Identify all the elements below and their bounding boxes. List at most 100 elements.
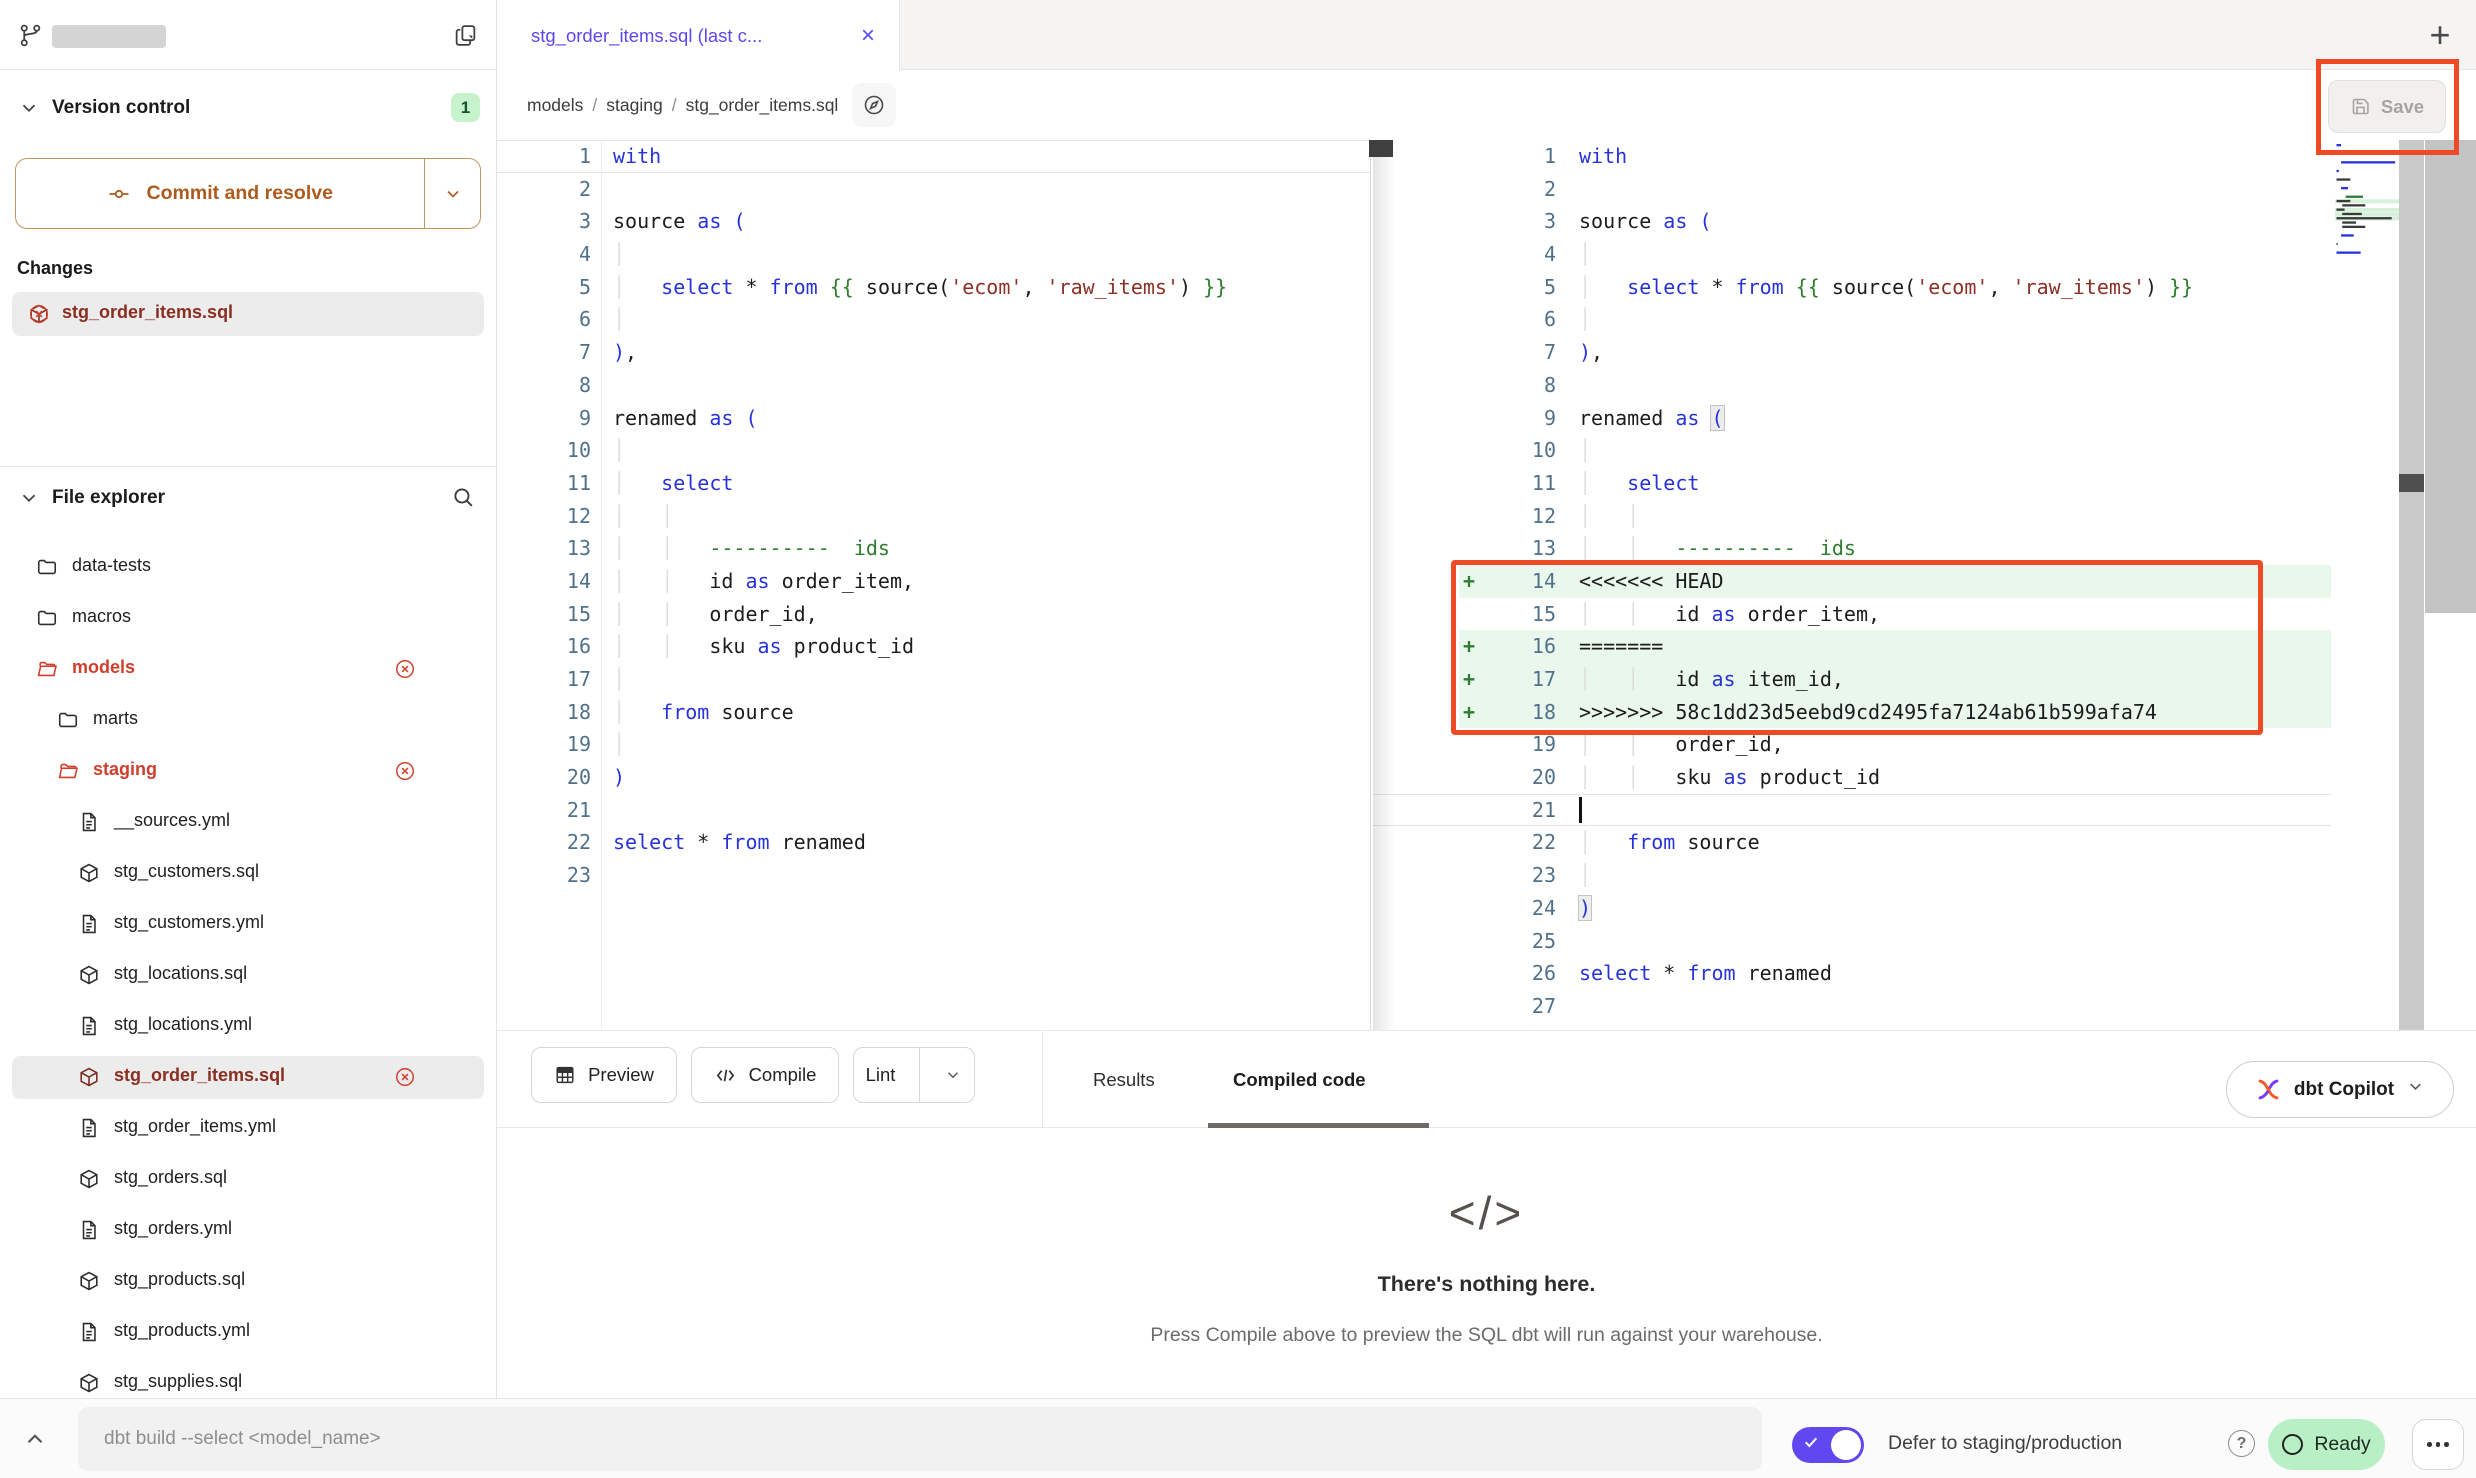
discard-change-icon[interactable]	[394, 1066, 416, 1088]
preview-button[interactable]: Preview	[531, 1047, 677, 1103]
lint-options-dropdown[interactable]	[932, 1048, 974, 1102]
modified-code-line-25[interactable]: 25	[1373, 925, 2331, 958]
lineage-button[interactable]	[852, 83, 896, 127]
minimap[interactable]	[2331, 140, 2399, 1030]
sidebar-item-stg_products.yml[interactable]: stg_products.yml	[0, 1307, 496, 1358]
original-code-line-5[interactable]: 5│ select * from {{ source('ecom', 'raw_…	[497, 271, 1370, 304]
original-code-line-18[interactable]: 18│ from source	[497, 696, 1370, 729]
modified-code-line-27[interactable]: 27	[1373, 990, 2331, 1023]
breadcrumb-file[interactable]: stg_order_items.sql	[686, 95, 839, 116]
sidebar-item-stg_locations.sql[interactable]: stg_locations.sql	[0, 950, 496, 1001]
modified-code-line-12[interactable]: 12│ │	[1373, 500, 2331, 533]
modified-code-line-23[interactable]: 23│	[1373, 859, 2331, 892]
commit-and-resolve-main[interactable]: Commit and resolve	[16, 159, 424, 228]
modified-code-line-3[interactable]: 3source as (	[1373, 205, 2331, 238]
sidebar-item-stg_customers.sql[interactable]: stg_customers.sql	[0, 848, 496, 899]
original-code-line-20[interactable]: 20)	[497, 761, 1370, 794]
original-code-line-2[interactable]: 2	[497, 173, 1370, 206]
discard-change-icon[interactable]	[28, 303, 418, 325]
original-code-line-8[interactable]: 8	[497, 369, 1370, 402]
tab-results[interactable]: Results	[1093, 1031, 1155, 1128]
sidebar-item-stg_customers.yml[interactable]: stg_customers.yml	[0, 899, 496, 950]
modified-code-line-20[interactable]: 20│ │ sku as product_id	[1373, 761, 2331, 794]
lint-button[interactable]: Lint	[854, 1048, 907, 1102]
sidebar-item-stg_orders.yml[interactable]: stg_orders.yml	[0, 1205, 496, 1256]
save-button[interactable]: Save	[2328, 80, 2446, 133]
git-branch-icon[interactable]	[18, 23, 43, 48]
defer-toggle[interactable]	[1792, 1427, 1864, 1463]
modified-code-line-7[interactable]: 7),	[1373, 336, 2331, 369]
modified-code-line-22[interactable]: 22│ from source	[1373, 826, 2331, 859]
changed-file-row[interactable]: stg_order_items.sql	[12, 292, 484, 336]
modified-code-line-9[interactable]: 9renamed as (	[1373, 402, 2331, 435]
sidebar-item-data-tests[interactable]: data-tests	[0, 542, 496, 593]
original-code-line-3[interactable]: 3source as (	[497, 205, 1370, 238]
copy-icon[interactable]	[453, 23, 478, 48]
sidebar-item-stg_locations.yml[interactable]: stg_locations.yml	[0, 1001, 496, 1052]
original-code-line-9[interactable]: 9renamed as (	[497, 402, 1370, 435]
original-code-line-17[interactable]: 17│	[497, 663, 1370, 696]
original-code-line-14[interactable]: 14│ │ id as order_item,	[497, 565, 1370, 598]
left-pane-scrollbar-thumb[interactable]	[1369, 140, 1393, 157]
modified-code-line-2[interactable]: 2	[1373, 173, 2331, 206]
modified-code-line-5[interactable]: 5│ select * from {{ source('ecom', 'raw_…	[1373, 271, 2331, 304]
sidebar-item-__sources.yml[interactable]: __sources.yml	[0, 797, 496, 848]
original-code-line-10[interactable]: 10│	[497, 434, 1370, 467]
lint-split-button[interactable]: Lint	[853, 1047, 975, 1103]
original-code-line-12[interactable]: 12│ │	[497, 500, 1370, 533]
sidebar-item-stg_order_items.yml[interactable]: stg_order_items.yml	[0, 1103, 496, 1154]
modified-code-line-6[interactable]: 6│	[1373, 303, 2331, 336]
chevron-down-icon[interactable]	[18, 97, 40, 119]
chevron-up-icon[interactable]	[22, 1426, 48, 1452]
discard-change-icon[interactable]	[394, 658, 416, 680]
original-code-line-23[interactable]: 23	[497, 859, 1370, 892]
original-code-line-11[interactable]: 11│ select	[497, 467, 1370, 500]
original-code-line-13[interactable]: 13│ │ ---------- ids	[497, 532, 1370, 565]
more-options-button[interactable]	[2412, 1419, 2464, 1470]
original-code-line-21[interactable]: 21	[497, 794, 1370, 827]
sidebar-item-stg_orders.sql[interactable]: stg_orders.sql	[0, 1154, 496, 1205]
tab-stg-order-items[interactable]: stg_order_items.sql (last c... ×	[497, 0, 900, 71]
branch-name-placeholder[interactable]	[52, 25, 166, 48]
sidebar-item-stg_supplies.sql[interactable]: stg_supplies.sql	[0, 1358, 496, 1398]
modified-code-line-26[interactable]: 26select * from renamed	[1373, 957, 2331, 990]
sidebar-item-marts[interactable]: marts	[0, 695, 496, 746]
breadcrumb-staging[interactable]: staging	[606, 95, 662, 116]
sidebar-item-staging[interactable]: staging	[0, 746, 496, 797]
chevron-down-icon[interactable]	[18, 487, 40, 509]
original-code-line-7[interactable]: 7),	[497, 336, 1370, 369]
original-code-line-15[interactable]: 15│ │ order_id,	[497, 598, 1370, 631]
sidebar-item-stg_products.sql[interactable]: stg_products.sql	[0, 1256, 496, 1307]
original-code-line-4[interactable]: 4│	[497, 238, 1370, 271]
modified-code-line-10[interactable]: 10│	[1373, 434, 2331, 467]
help-icon[interactable]: ?	[2228, 1430, 2255, 1457]
modified-code-line-1[interactable]: 1with	[1373, 140, 2331, 173]
dbt-copilot-button[interactable]: dbt Copilot	[2226, 1061, 2454, 1118]
dbt-command-input[interactable]	[78, 1407, 1762, 1471]
modified-code-line-11[interactable]: 11│ select	[1373, 467, 2331, 500]
new-tab-button[interactable]: +	[2418, 13, 2462, 57]
original-code-line-16[interactable]: 16│ │ sku as product_id	[497, 630, 1370, 663]
search-icon[interactable]	[451, 485, 476, 510]
editor-pane-modified[interactable]: 1with23source as (4│5│ select * from {{ …	[1373, 140, 2331, 1030]
sidebar-item-models[interactable]: models	[0, 644, 496, 695]
outer-scrollbar[interactable]	[2425, 140, 2476, 613]
original-code-line-22[interactable]: 22select * from renamed	[497, 826, 1370, 859]
sidebar-item-stg_order_items.sql[interactable]: stg_order_items.sql	[0, 1052, 496, 1103]
tab-compiled-code[interactable]: Compiled code	[1233, 1031, 1366, 1128]
discard-change-icon[interactable]	[394, 760, 416, 782]
editor-scrollbar[interactable]	[2399, 140, 2424, 1030]
modified-code-line-4[interactable]: 4│	[1373, 238, 2331, 271]
editor-scrollbar-thumb[interactable]	[2399, 474, 2424, 492]
modified-code-line-8[interactable]: 8	[1373, 369, 2331, 402]
sidebar-item-macros[interactable]: macros	[0, 593, 496, 644]
editor-pane-original[interactable]: 1with23source as (4│5│ select * from {{ …	[497, 140, 1371, 1030]
original-code-line-19[interactable]: 19│	[497, 728, 1370, 761]
original-code-line-6[interactable]: 6│	[497, 303, 1370, 336]
modified-code-line-21[interactable]: 21	[1373, 794, 2331, 827]
original-code-line-1[interactable]: 1with	[497, 140, 1370, 173]
breadcrumb-models[interactable]: models	[527, 95, 583, 116]
commit-and-resolve-button[interactable]: Commit and resolve	[15, 158, 481, 229]
close-icon[interactable]: ×	[861, 24, 875, 48]
compile-button[interactable]: Compile	[691, 1047, 839, 1103]
